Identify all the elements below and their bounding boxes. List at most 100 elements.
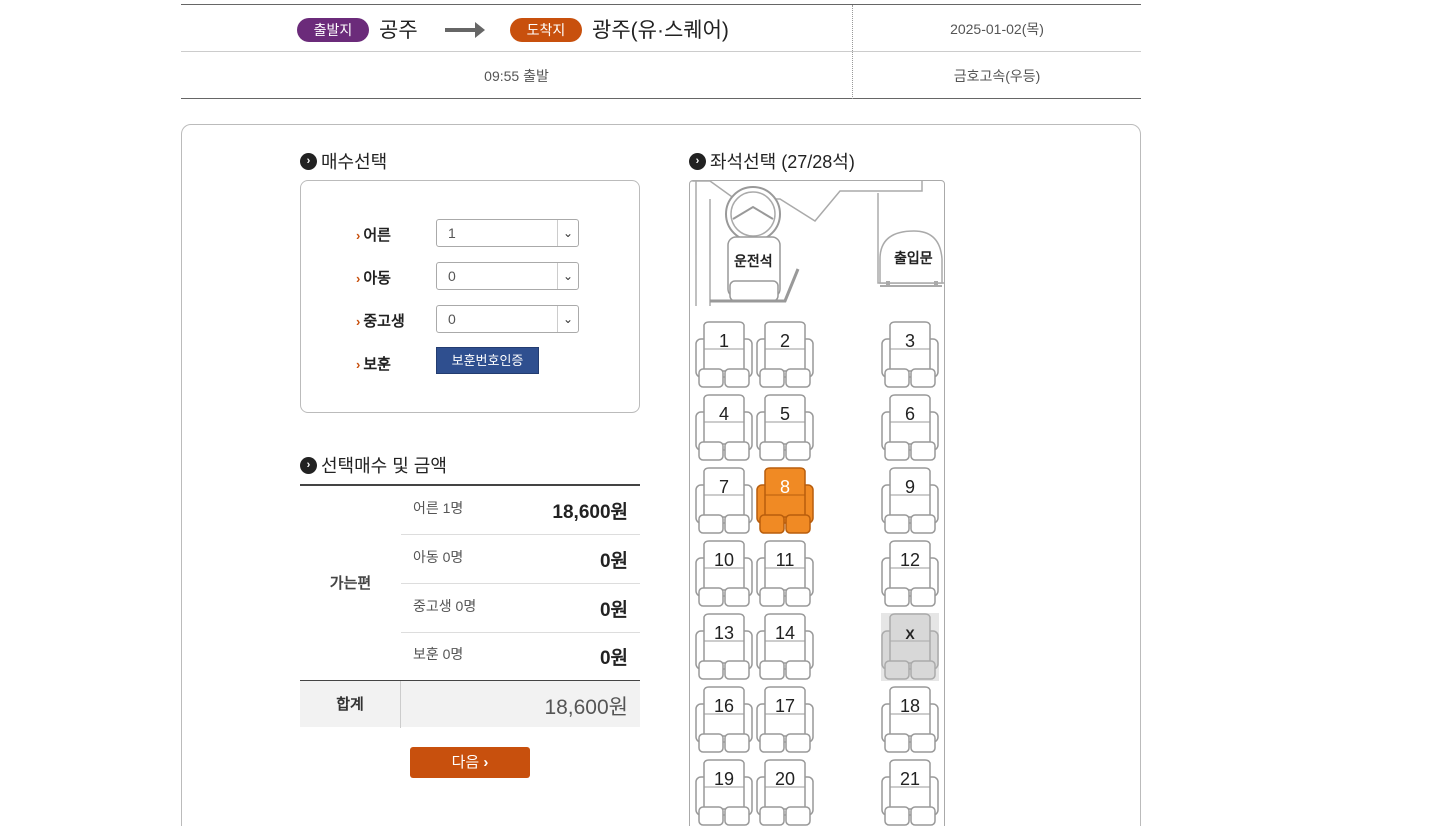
- next-button[interactable]: 다음 ›: [410, 747, 530, 778]
- seat-number: 3: [904, 331, 915, 351]
- bus-seat-map: 운전석 출입문 1 2 3 4 5 6 7 8 9 10 11 12 13 14 X 16 17 18 19 20 21: [689, 180, 945, 826]
- seat-13[interactable]: 13: [695, 613, 753, 681]
- chevron-down-icon: ⌄: [557, 306, 578, 332]
- seat-number: 9: [904, 477, 915, 497]
- seat-number: 7: [718, 477, 729, 497]
- seat-20[interactable]: 20: [756, 759, 814, 826]
- select-value: 0: [448, 268, 456, 284]
- count-select-box: › 어른 1 ⌄ › 아동 0 ⌄ › 중고생 0 ⌄ › 보훈 보훈번호인증: [300, 180, 640, 413]
- seat-number: 11: [775, 550, 795, 570]
- student-count-select[interactable]: 0 ⌄: [436, 305, 579, 333]
- door-label: 출입문: [894, 250, 933, 266]
- seat-number: 5: [779, 404, 790, 424]
- departure-city: 공주: [379, 19, 418, 42]
- seat-number: 17: [774, 696, 796, 716]
- veteran-verify-button[interactable]: 보훈번호인증: [436, 347, 539, 374]
- price-row-value: 0원: [599, 600, 628, 621]
- departure-date: 2025-01-02(목): [950, 21, 1044, 37]
- seat-12[interactable]: 12: [881, 540, 939, 608]
- seat-select-title: › 좌석선택 (27/28석): [689, 148, 855, 174]
- seat-17[interactable]: 17: [756, 686, 814, 754]
- count-row-veteran: › 보훈 보훈번호인증: [356, 347, 596, 376]
- adult-label: 어른: [363, 227, 391, 244]
- seat-8-selected[interactable]: 8: [756, 467, 814, 535]
- price-row-label: 아동 0명: [413, 549, 464, 565]
- seat-19[interactable]: 19: [695, 759, 753, 826]
- seat-4[interactable]: 4: [695, 394, 753, 462]
- price-row-label: 중고생 0명: [413, 598, 477, 614]
- seat-14[interactable]: 14: [756, 613, 814, 681]
- next-button-label: 다음: [451, 754, 480, 771]
- seat-1[interactable]: 1: [695, 321, 753, 389]
- price-row: 아동 0명 0원: [401, 535, 640, 584]
- total-value: 18,600원: [544, 696, 628, 719]
- price-row: 어른 1명 18,600원: [401, 486, 640, 535]
- seat-9[interactable]: 9: [881, 467, 939, 535]
- bus-company: 금호고속(우등): [953, 68, 1041, 84]
- select-value: 1: [448, 225, 456, 241]
- adult-count-select[interactable]: 1 ⌄: [436, 219, 579, 247]
- seat-16[interactable]: 16: [695, 686, 753, 754]
- count-select-title: › 매수선택: [300, 148, 387, 174]
- seat-7[interactable]: 7: [695, 467, 753, 535]
- arrival-badge: 도착지: [510, 18, 582, 42]
- chevron-right-icon: ›: [483, 754, 489, 771]
- door-icon: [877, 193, 944, 287]
- arrival-city: 광주(유·스퀘어): [592, 19, 729, 42]
- seat-6[interactable]: 6: [881, 394, 939, 462]
- seat-5[interactable]: 5: [756, 394, 814, 462]
- chevron-right-icon: ›: [356, 271, 361, 286]
- seat-number: 10: [713, 550, 735, 570]
- seat-number: 16: [713, 696, 735, 716]
- seat-18[interactable]: 18: [881, 686, 939, 754]
- price-row-value: 0원: [599, 551, 628, 572]
- seat-3[interactable]: 3: [881, 321, 939, 389]
- total-row: 합계 18,600원: [300, 680, 640, 728]
- seat-number: 4: [718, 404, 729, 424]
- price-table: 가는편 어른 1명 18,600원 아동 0명 0원 중고생 0명 0원 보훈 …: [300, 484, 640, 728]
- seat-number: 14: [774, 623, 796, 643]
- chevron-down-icon: ⌄: [557, 263, 578, 289]
- seat-2[interactable]: 2: [756, 321, 814, 389]
- seat-number: 6: [904, 404, 915, 424]
- chevron-down-icon: ⌄: [557, 220, 578, 246]
- price-row: 보훈 0명 0원: [401, 632, 640, 681]
- child-count-select[interactable]: 0 ⌄: [436, 262, 579, 290]
- chevron-circle-icon: ›: [300, 152, 317, 170]
- select-value: 0: [448, 311, 456, 327]
- seat-number: X: [905, 626, 915, 642]
- driver-seat-label: 운전석: [734, 253, 773, 269]
- seat-number: 1: [718, 331, 729, 351]
- seat-number: 19: [713, 769, 735, 789]
- seat-number: 2: [779, 331, 790, 351]
- child-label: 아동: [363, 270, 391, 287]
- seat-11[interactable]: 11: [756, 540, 814, 608]
- veteran-label: 보훈: [363, 356, 391, 373]
- seat-10[interactable]: 10: [695, 540, 753, 608]
- seat-number: 13: [713, 623, 735, 643]
- price-row-value: 18,600원: [552, 502, 628, 523]
- seat-number: 21: [899, 769, 921, 789]
- departure-badge: 출발지: [297, 18, 369, 42]
- seat-21[interactable]: 21: [881, 759, 939, 826]
- steering-wheel-icon: [725, 186, 781, 242]
- seat-number: 8: [779, 477, 790, 497]
- student-label: 중고생: [363, 313, 405, 330]
- count-row-student: › 중고생 0 ⌄: [356, 305, 596, 333]
- arrow-head-icon: [475, 22, 485, 38]
- price-row-value: 0원: [599, 648, 628, 669]
- price-row-label: 어른 1명: [413, 500, 464, 516]
- chevron-right-icon: ›: [356, 314, 361, 329]
- count-row-child: › 아동 0 ⌄: [356, 262, 596, 290]
- chevron-right-icon: ›: [356, 228, 361, 243]
- chevron-circle-icon: ›: [300, 456, 317, 474]
- section-label: 좌석선택 (27/28석): [710, 152, 855, 172]
- price-row: 중고생 0명 0원: [401, 584, 640, 633]
- direction-cell: 가는편: [300, 486, 401, 680]
- total-label: 합계: [300, 681, 401, 728]
- section-label: 매수선택: [321, 152, 388, 172]
- chevron-right-icon: ›: [356, 357, 361, 372]
- route-info: 출발지 공주 도착지 광주(유·스퀘어) 2025-01-02(목) 09:55…: [181, 4, 1141, 99]
- seat-number: 12: [899, 550, 921, 570]
- count-row-adult: › 어른 1 ⌄: [356, 219, 596, 247]
